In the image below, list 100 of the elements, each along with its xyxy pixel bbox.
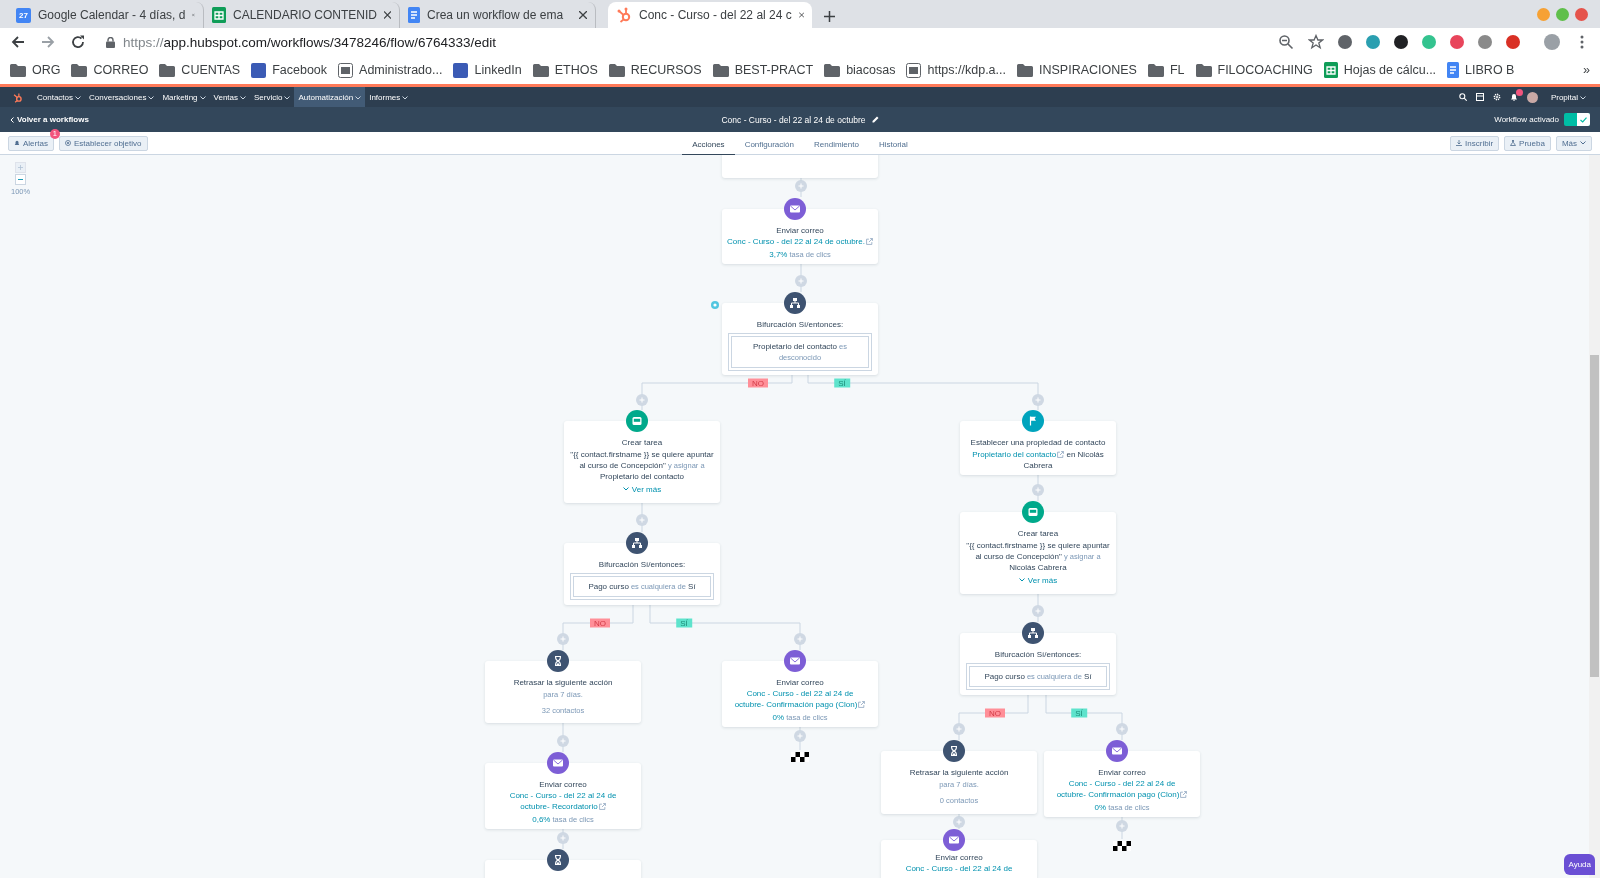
page-tab[interactable]: Rendimiento [804,134,869,156]
bookmark[interactable]: CUENTAS [159,63,241,77]
add-step-icon[interactable] [795,275,807,287]
bookmark[interactable]: Facebook [251,62,328,78]
link[interactable]: octubre. [836,237,873,246]
zoom-out-button[interactable] [15,174,27,185]
bookmark[interactable]: FL [1147,63,1185,77]
zoom-icon[interactable] [1278,34,1294,50]
bookmark[interactable]: FILOCOACHING [1195,63,1313,77]
add-step-icon[interactable] [1032,605,1044,617]
info-marker-icon[interactable] [711,301,719,309]
close-icon[interactable] [384,11,391,19]
add-step-icon[interactable] [794,730,806,742]
action-card[interactable]: Enviar correo Conc - Curso - del 22 al 24 de [881,840,1037,878]
pencil-icon[interactable] [871,116,879,123]
nav-menu-item[interactable]: Ventas [209,87,250,107]
link[interactable]: octubre- Recordatorio [520,802,606,811]
chevron-left-icon[interactable] [10,116,14,123]
extension-icon[interactable] [1394,35,1408,49]
add-step-icon[interactable] [636,514,648,526]
alerts-button[interactable]: Alertas [8,135,54,151]
close-icon[interactable] [798,11,804,19]
link[interactable]: Conc - Curso - del 22 al 24 de [1068,779,1176,788]
show-more-link[interactable]: Ver más [1018,574,1058,586]
more-button[interactable]: Más [1555,135,1592,151]
settings-icon[interactable] [1492,93,1501,101]
close-icon[interactable] [579,11,587,19]
add-step-icon[interactable] [1116,820,1128,832]
forward-icon[interactable] [40,34,56,50]
external-link-icon[interactable] [865,237,873,245]
bookmark[interactable]: BEST-PRACT [712,63,814,77]
link[interactable]: Propietario del contacto [972,450,1065,459]
show-more-link[interactable]: Ver más [622,483,662,495]
nav-menu-item[interactable]: Marketing [158,87,210,107]
nav-menu-item[interactable]: Servicio [250,87,295,107]
zoom-in-button[interactable] [15,162,27,173]
add-step-icon[interactable] [1032,484,1044,496]
nav-menu-item[interactable]: Conversaciones [85,87,159,107]
link[interactable]: octubre- Confirmación pago (Clon) [734,700,866,709]
address-bar[interactable]: https://app.hubspot.com/workflows/3478246/flow/6764333/edit [100,30,1324,54]
bookmark[interactable]: ETHOS [532,63,598,77]
new-tab-icon[interactable] [824,11,835,22]
link[interactable]: octubre- Confirmación pago (Clon) [1056,790,1188,799]
profile-avatar[interactable] [1544,34,1560,50]
add-step-icon[interactable] [1116,723,1128,735]
link[interactable]: Conc - Curso - del 22 al 24 de [727,237,834,246]
nav-menu-item[interactable]: Contactos [33,87,86,107]
star-icon[interactable] [1308,34,1324,50]
external-link-icon[interactable] [598,802,606,810]
bookmark[interactable]: https://kdp.a... [906,62,1006,78]
add-step-icon[interactable] [1032,394,1044,406]
sprocket-logo-icon[interactable] [12,91,23,103]
action-card[interactable]: Establecer una propiedad de contacto Propietario del contacto en Nicolás Cabrera [960,421,1116,475]
search-icon[interactable] [1458,93,1467,101]
link[interactable]: Conc - Curso - del 22 al 24 de [509,791,617,800]
bookmark[interactable]: LinkedIn [453,62,522,78]
workflow-toggle[interactable] [1564,113,1590,126]
close-window-button[interactable] [1575,8,1588,21]
back-icon[interactable] [10,34,26,50]
add-step-icon[interactable] [795,180,807,192]
bookmark[interactable]: INSPIRACIONES [1017,63,1137,77]
add-step-icon[interactable] [953,723,965,735]
bookmark[interactable]: LIBRO B [1447,62,1515,78]
more-bookmarks-button[interactable]: » [1583,63,1590,77]
avatar[interactable] [1526,91,1538,103]
add-step-icon[interactable] [557,735,569,747]
add-step-icon[interactable] [636,394,648,406]
scrollbar[interactable] [1589,155,1600,878]
bookmark[interactable]: Hojas de cálcu... [1323,62,1437,78]
page-tab[interactable]: Configuración [734,134,804,156]
link[interactable]: Conc - Curso - del 22 al 24 de [905,864,1013,873]
link[interactable]: Conc - Curso - del 22 al 24 de [746,689,854,698]
bookmark[interactable]: CORREO [71,63,149,77]
add-step-icon[interactable] [557,832,569,844]
maximize-button[interactable] [1556,8,1569,21]
enroll-button[interactable]: Inscribir [1450,135,1500,151]
account-menu[interactable]: Propital [1546,87,1590,107]
minimize-button[interactable] [1537,8,1550,21]
nav-menu-item[interactable]: Automatización [294,87,366,107]
bookmark[interactable]: RECURSOS [608,63,702,77]
help-button[interactable]: Ayuda [1564,854,1595,875]
bookmark[interactable]: biacosas [824,63,896,77]
external-link-icon[interactable] [1057,450,1065,458]
reload-icon[interactable] [70,34,86,50]
external-link-icon[interactable] [858,700,866,708]
browser-tab[interactable]: Conc - Curso - del 22 al 24 c [608,2,812,28]
test-button[interactable]: Prueba [1504,135,1551,151]
external-link-icon[interactable] [1180,790,1188,798]
back-link[interactable]: Volver a workflows [10,115,722,124]
bookmark[interactable]: ORG [10,63,61,77]
set-goal-button[interactable]: Establecer objetivo [58,135,148,151]
notifications-icon[interactable] [1509,93,1518,101]
store-icon[interactable] [1475,93,1484,101]
extension-icon[interactable] [1338,35,1352,49]
add-step-icon[interactable] [953,816,965,828]
add-step-icon[interactable] [557,633,569,645]
page-tab[interactable]: Historial [868,134,918,156]
nav-menu-item[interactable]: Informes [365,87,413,107]
bookmark[interactable]: Administrado... [338,62,443,78]
add-step-icon[interactable] [794,633,806,645]
